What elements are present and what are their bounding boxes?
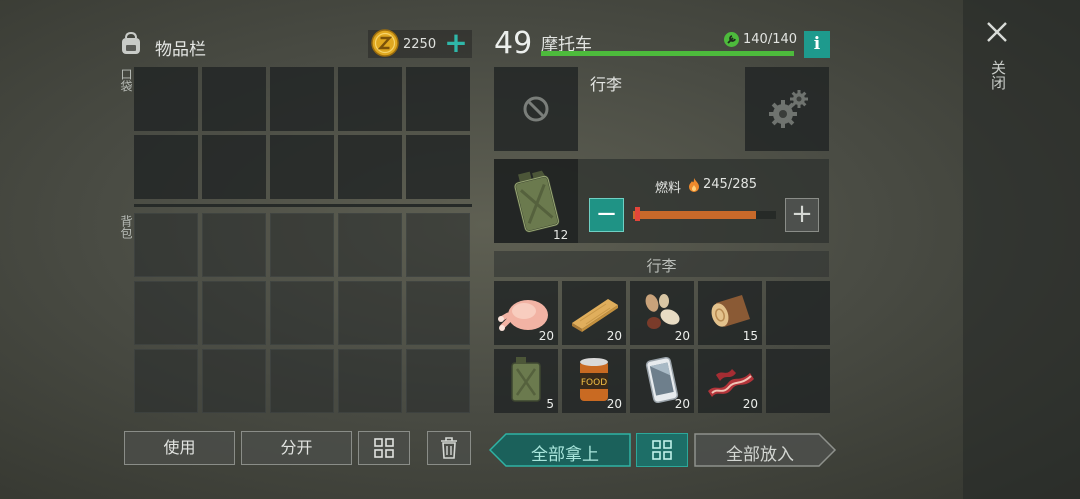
coin-icon xyxy=(370,28,400,58)
fuel-value: 245/285 xyxy=(703,177,758,192)
backpack-slot[interactable] xyxy=(406,213,470,277)
item-quantity: 20 xyxy=(674,329,690,343)
backpack-slot[interactable] xyxy=(338,281,402,345)
take-all-label[interactable]: 全部拿上 xyxy=(505,440,625,465)
pocket-slot[interactable] xyxy=(406,67,470,131)
blocked-icon xyxy=(521,94,551,124)
storage-item-slot[interactable]: 5 xyxy=(494,349,558,413)
storage-header-label: 行李 xyxy=(646,257,677,275)
storage-label: 行李 xyxy=(590,75,623,94)
coin-amount: 2250 xyxy=(403,37,437,52)
use-button[interactable]: 使用 xyxy=(124,431,235,465)
storage-item-slot[interactable]: 20 xyxy=(562,281,626,345)
backpack-slot[interactable] xyxy=(270,213,334,277)
item-quantity: 20 xyxy=(538,329,554,343)
backpack-slot[interactable] xyxy=(406,349,470,413)
storage-item-slot[interactable]: 15 xyxy=(698,281,762,345)
pocket-slot[interactable] xyxy=(202,67,266,131)
pocket-slot[interactable] xyxy=(134,67,198,131)
pocket-slot[interactable] xyxy=(202,135,266,199)
trash-button[interactable] xyxy=(427,431,471,465)
durability-value: 140/140 xyxy=(743,32,798,47)
inventory-title: 物品栏 xyxy=(155,40,206,60)
pocket-slot[interactable] xyxy=(406,135,470,199)
close-button-label[interactable]: 关闭 xyxy=(988,60,1007,90)
backpack-slot[interactable] xyxy=(134,349,198,413)
storage-sort-button[interactable] xyxy=(636,433,688,467)
fuel-decrease-button[interactable]: − xyxy=(589,198,624,232)
storage-empty-slot[interactable] xyxy=(766,281,830,345)
item-quantity: 20 xyxy=(606,329,622,343)
side-panel xyxy=(963,0,1080,499)
backpack-label: 背包 xyxy=(119,215,133,239)
storage-item-slot[interactable]: 20 xyxy=(630,349,694,413)
backpack-slot[interactable] xyxy=(202,213,266,277)
backpack-slot[interactable] xyxy=(270,349,334,413)
backpack-slot[interactable] xyxy=(134,281,198,345)
svg-text:FOOD: FOOD xyxy=(581,378,607,388)
storage-item-slot[interactable]: FOOD 20 xyxy=(562,349,626,413)
backpack-slot[interactable] xyxy=(134,213,198,277)
pocket-label: 口袋 xyxy=(119,68,133,92)
storage-empty-slot[interactable] xyxy=(766,349,830,413)
pocket-slot[interactable] xyxy=(338,67,402,131)
storage-item-slot[interactable]: 20 xyxy=(494,281,558,345)
jerry-can-icon xyxy=(505,165,567,237)
sort-grid-icon xyxy=(374,438,394,458)
backpack-slot[interactable] xyxy=(338,349,402,413)
fuel-increase-button[interactable]: + xyxy=(785,198,819,232)
storage-item-slot[interactable]: 20 xyxy=(698,349,762,413)
inventory-divider xyxy=(134,204,472,207)
fuel-slider-handle[interactable] xyxy=(635,207,640,221)
item-quantity: 20 xyxy=(606,397,622,411)
backpack-slot[interactable] xyxy=(202,281,266,345)
backpack-icon xyxy=(118,30,144,56)
fuel-item-count: 12 xyxy=(553,228,569,242)
durability-bar xyxy=(541,51,794,56)
sort-button[interactable] xyxy=(358,431,410,465)
item-quantity: 20 xyxy=(742,397,758,411)
backpack-slot[interactable] xyxy=(202,349,266,413)
item-quantity: 15 xyxy=(742,329,758,343)
pocket-slot[interactable] xyxy=(270,67,334,131)
fuel-slider-fill xyxy=(633,211,756,219)
item-quantity: 5 xyxy=(546,397,554,411)
split-button[interactable]: 分开 xyxy=(241,431,352,465)
vehicle-level: 49 xyxy=(494,26,533,61)
close-icon[interactable] xyxy=(985,20,1009,44)
gears-icon xyxy=(767,88,811,130)
storage-item-slot[interactable]: 20 xyxy=(630,281,694,345)
item-quantity: 20 xyxy=(674,397,690,411)
fire-icon xyxy=(688,177,700,192)
wrench-icon xyxy=(724,32,739,47)
pocket-slot[interactable] xyxy=(270,135,334,199)
trash-icon xyxy=(441,437,457,459)
add-coins-button[interactable]: + xyxy=(443,29,469,58)
pocket-slot[interactable] xyxy=(338,135,402,199)
backpack-slot[interactable] xyxy=(406,281,470,345)
backpack-slot[interactable] xyxy=(270,281,334,345)
fuel-label: 燃料 xyxy=(655,181,682,196)
info-button[interactable]: i xyxy=(804,31,830,58)
pocket-slot[interactable] xyxy=(134,135,198,199)
backpack-slot[interactable] xyxy=(338,213,402,277)
sort-grid-icon xyxy=(652,440,672,460)
put-all-label[interactable]: 全部放入 xyxy=(700,440,820,465)
